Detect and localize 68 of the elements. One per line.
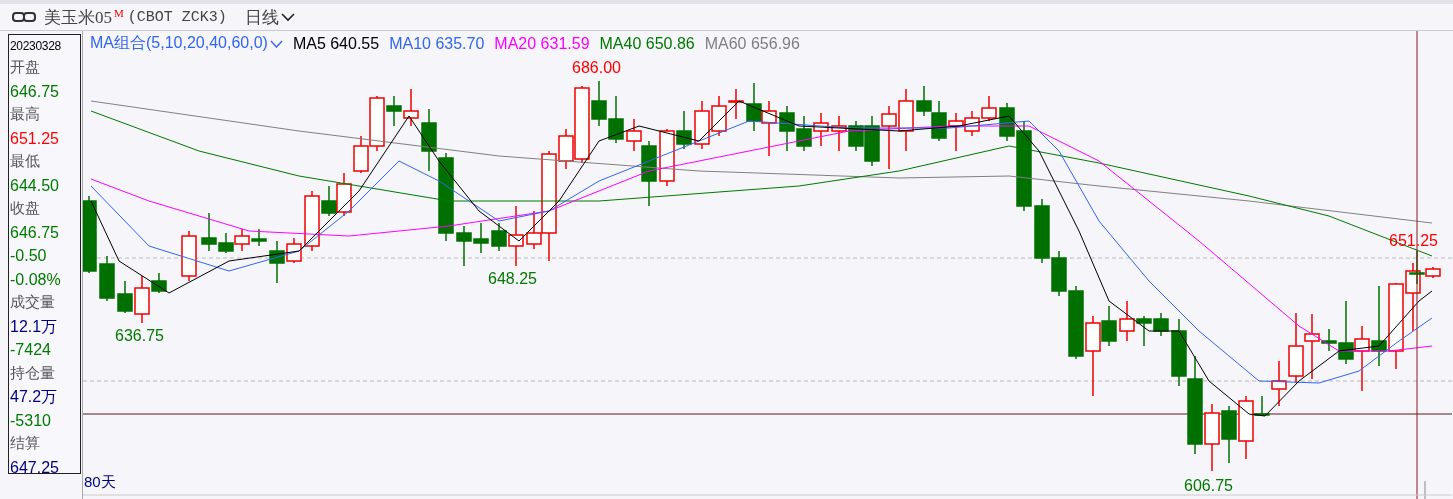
quote-date: 20230328 — [10, 38, 62, 55]
ma-value: MA5 640.55 — [292, 34, 380, 53]
candlestick — [234, 228, 250, 252]
quote-label: 成交量 — [10, 292, 56, 313]
ma-combo-dropdown[interactable]: MA组合(5,10,20,40,60,0) — [90, 33, 283, 54]
candlestick — [336, 172, 352, 217]
candlestick — [746, 82, 762, 132]
ma-value: MA10 635.70 — [389, 34, 485, 53]
price-label: 606.75 — [1184, 477, 1233, 494]
market-letter: M — [114, 7, 124, 19]
quote-value: 651.25 — [10, 128, 60, 149]
price-label: 651.25 — [1389, 232, 1438, 249]
candlestick — [251, 228, 267, 247]
candlestick — [728, 88, 744, 120]
price-label: 648.25 — [488, 270, 537, 287]
candlestick — [779, 105, 795, 152]
candlestick — [981, 95, 997, 122]
quote-label: 最低 — [10, 151, 41, 172]
candlestick — [99, 255, 115, 302]
candlestick — [1221, 405, 1237, 464]
candlestick — [608, 95, 624, 144]
candlestick — [761, 100, 777, 157]
quote-value: -7424 — [10, 340, 52, 360]
ma-value: MA20 631.59 — [494, 34, 590, 53]
candlestick — [1153, 312, 1169, 337]
candlestick — [711, 95, 727, 137]
candlestick — [181, 230, 197, 282]
quote-label: 最高 — [10, 104, 41, 125]
candlestick — [796, 115, 812, 152]
quote-value: 47.2万 — [10, 387, 59, 407]
price-label: 686.00 — [572, 59, 621, 76]
quote-value: 12.1万 — [10, 316, 59, 337]
candlestick — [403, 88, 419, 127]
quote-label: 开盘 — [10, 57, 41, 78]
quote-value: 646.75 — [10, 222, 60, 243]
candlestick — [916, 85, 932, 117]
quote-value: 644.50 — [10, 175, 60, 196]
price-label: 636.75 — [115, 327, 164, 344]
candlestick — [694, 100, 710, 150]
period-dropdown[interactable]: 日线 — [244, 5, 295, 29]
symbol-code: (CBOT ZCK3) — [127, 8, 227, 26]
candlestick — [881, 105, 897, 170]
quote-label: 结算 — [10, 433, 41, 454]
candlestick — [1119, 300, 1135, 342]
candlestick — [931, 100, 947, 142]
candlestick — [1354, 325, 1370, 392]
candlestick — [1034, 198, 1050, 264]
quote-value: -0.08% — [10, 269, 62, 290]
link-icon[interactable] — [12, 11, 36, 23]
ma-value: MA40 650.86 — [599, 34, 695, 53]
quote-value: -5310 — [10, 410, 52, 431]
quote-value: -0.50 — [10, 246, 48, 266]
candlestick — [473, 222, 489, 254]
candlestick — [456, 225, 472, 267]
caret-icon — [269, 39, 283, 48]
caret-icon — [280, 12, 295, 22]
candlestick — [1136, 315, 1152, 347]
candlestick — [421, 108, 437, 172]
day-count-label: 80天 — [84, 473, 116, 490]
quote-value: 646.75 — [10, 81, 60, 102]
quote-label: 收盘 — [10, 198, 41, 219]
candlestick — [813, 112, 829, 147]
ma-value: MA60 656.96 — [704, 34, 800, 53]
candlestick — [898, 88, 914, 152]
symbol-name: 美玉米05 — [44, 6, 112, 29]
candlestick — [831, 115, 847, 152]
quote-value: 647.25 — [10, 457, 60, 478]
quote-label: 持仓量 — [10, 362, 56, 384]
